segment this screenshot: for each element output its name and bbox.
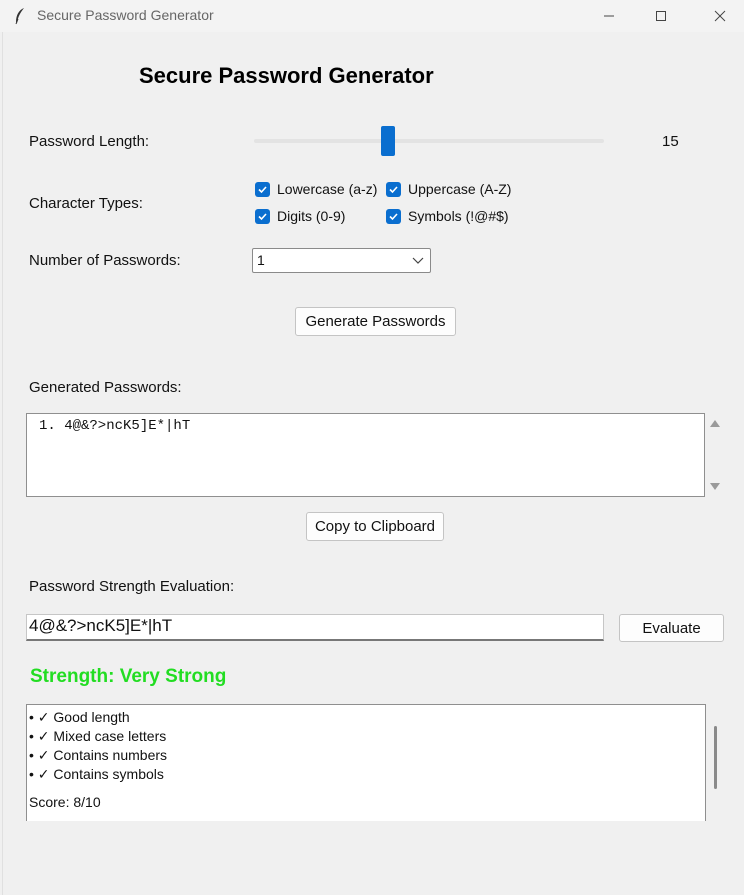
lowercase-label: Lowercase (a-z) xyxy=(277,181,378,197)
generated-label: Generated Passwords: xyxy=(29,379,182,396)
window-title: Secure Password Generator xyxy=(37,7,214,23)
check-item: • ✓ Good length xyxy=(29,709,130,725)
count-select[interactable]: 1 xyxy=(252,248,431,273)
generated-passwords-area[interactable]: 1. 4@&?>ncK5]E*|hT xyxy=(26,413,705,497)
length-value: 15 xyxy=(662,133,679,150)
lowercase-checkbox[interactable]: Lowercase (a-z) xyxy=(255,181,377,197)
maximize-button[interactable] xyxy=(637,0,685,32)
count-label: Number of Passwords: xyxy=(29,252,181,269)
maximize-icon xyxy=(656,11,666,21)
copy-to-clipboard-button[interactable]: Copy to Clipboard xyxy=(306,512,444,541)
title-bar: Secure Password Generator xyxy=(0,0,744,32)
checkmark-icon xyxy=(255,208,270,224)
results-scrollbar[interactable] xyxy=(714,726,717,789)
strength-label: Strength: Very Strong xyxy=(30,666,227,687)
checkmark-icon xyxy=(386,208,401,224)
checkmark-icon xyxy=(386,181,401,197)
check-item: • ✓ Contains symbols xyxy=(29,766,164,782)
feather-icon xyxy=(14,7,26,25)
evaluation-results[interactable]: • ✓ Good length • ✓ Mixed case letters •… xyxy=(26,704,706,821)
char-types-label: Character Types: xyxy=(29,195,143,212)
check-item: • ✓ Mixed case letters xyxy=(29,728,167,744)
uppercase-label: Uppercase (A-Z) xyxy=(408,181,512,197)
scroll-down-icon[interactable] xyxy=(709,482,721,492)
evaluation-label: Password Strength Evaluation: xyxy=(29,578,235,595)
generate-button[interactable]: Generate Passwords xyxy=(295,307,456,336)
check-item: • ✓ Contains numbers xyxy=(29,747,168,763)
chevron-down-icon xyxy=(412,257,424,264)
uppercase-checkbox[interactable]: Uppercase (A-Z) xyxy=(386,181,511,197)
length-slider-track[interactable] xyxy=(254,139,604,143)
close-icon xyxy=(714,10,726,22)
digits-label: Digits (0-9) xyxy=(277,208,346,224)
symbols-checkbox[interactable]: Symbols (!@#$) xyxy=(386,208,509,224)
close-button[interactable] xyxy=(696,0,744,32)
length-slider-thumb[interactable] xyxy=(381,126,395,156)
minimize-button[interactable] xyxy=(585,0,633,32)
generated-password-line: 1. 4@&?>ncK5]E*|hT xyxy=(39,418,191,434)
evaluate-button[interactable]: Evaluate xyxy=(619,614,724,642)
digits-checkbox[interactable]: Digits (0-9) xyxy=(255,208,345,224)
score-text: Score: 8/10 xyxy=(29,794,101,810)
scroll-up-icon[interactable] xyxy=(709,418,721,428)
minimize-icon xyxy=(604,15,614,17)
evaluate-password-input[interactable]: 4@&?>ncK5]E*|hT xyxy=(26,614,604,641)
symbols-label: Symbols (!@#$) xyxy=(408,208,509,224)
checkmark-icon xyxy=(255,181,270,197)
length-label: Password Length: xyxy=(29,133,150,150)
page-title: Secure Password Generator xyxy=(139,63,434,88)
count-select-value: 1 xyxy=(257,252,265,268)
